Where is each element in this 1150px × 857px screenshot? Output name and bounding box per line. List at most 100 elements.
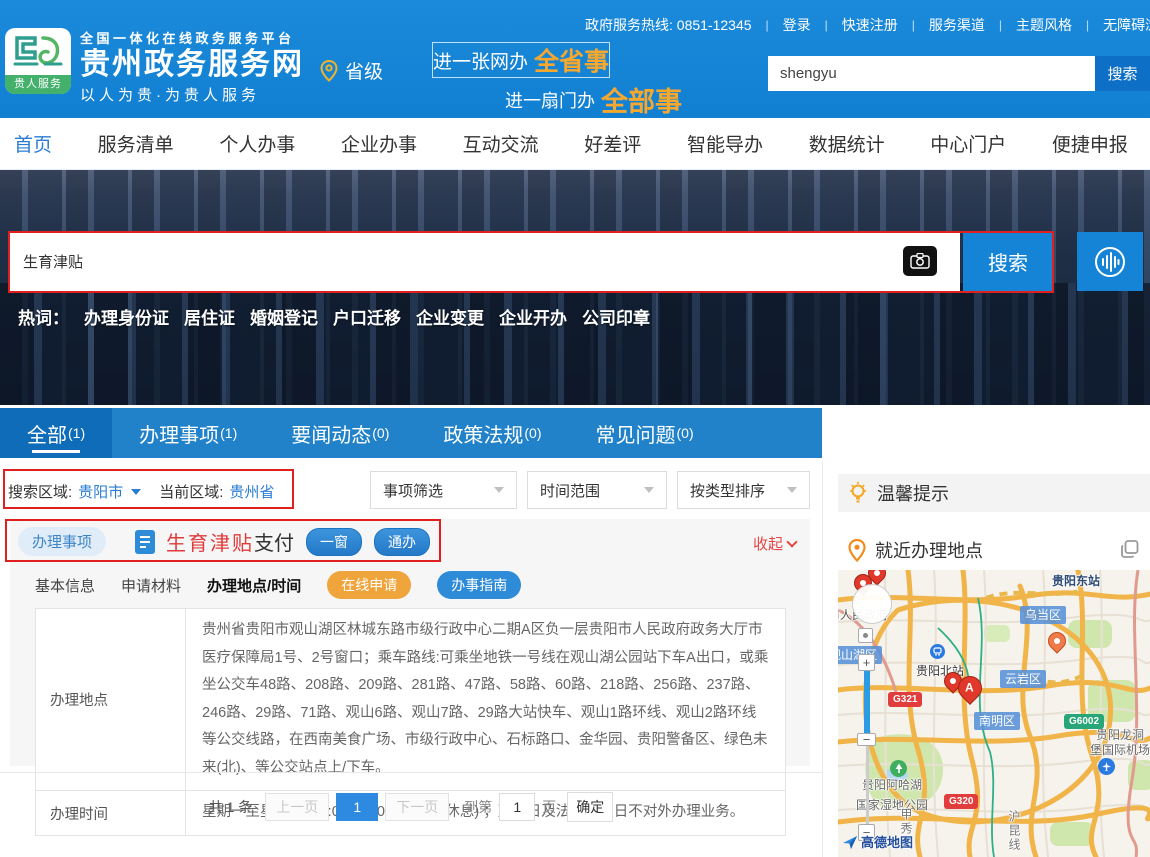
current-page-button[interactable]: 1 (336, 793, 378, 821)
pan-up-icon[interactable] (869, 590, 877, 598)
hotword-marriage[interactable]: 婚姻登记 (250, 304, 318, 329)
nav-item-statistics[interactable]: 数据统计 (809, 130, 885, 157)
tab-faq[interactable]: 常见问题 (0) (569, 408, 721, 458)
district-label-wudang: 乌当区 (1020, 606, 1066, 624)
badge-universal[interactable]: 通办 (374, 528, 430, 556)
hotword-id-card[interactable]: 办理身份证 (84, 304, 169, 329)
hero-search-input[interactable] (10, 232, 960, 291)
map-pan-control[interactable] (852, 584, 892, 624)
theme-style-link[interactable]: 主题风格 (1016, 15, 1072, 35)
prev-page-button[interactable]: 上一页 (265, 793, 329, 821)
nav-item-quick-apply[interactable]: 便捷申报 (1052, 130, 1128, 157)
zoom-slider-handle[interactable]: − (857, 733, 876, 746)
hotword-residence-permit[interactable]: 居住证 (184, 304, 235, 329)
map-label-airport-line2: 堡国际机场 (1090, 741, 1150, 758)
pan-right-icon[interactable] (878, 601, 886, 609)
map-label-rail-line: 沪昆线 (1006, 810, 1023, 852)
hotword-company-seal[interactable]: 公司印章 (582, 304, 650, 329)
tab-policy[interactable]: 政策法规 (0) (416, 408, 568, 458)
nearby-section-header: 就近办理地点 (838, 531, 1150, 569)
divider: | (1086, 18, 1089, 32)
tab-all[interactable]: 全部 (1) (0, 408, 112, 458)
current-region-value[interactable]: 贵州省 (229, 481, 274, 502)
tab-label: 办理事项 (139, 419, 219, 448)
tab-count: (0) (524, 425, 541, 441)
badge-one-window[interactable]: 一窗 (306, 528, 362, 556)
collapse-toggle[interactable]: 收起 (753, 533, 796, 554)
collapse-label: 收起 (753, 533, 783, 554)
nearby-map[interactable]: 观山湖区 乌当区 云岩区 南明区 贵阳东站 贵阳市人民政府 贵阳北站 贵阳龙洞 … (838, 570, 1150, 857)
subtab-basic-info[interactable]: 基本信息 (35, 575, 95, 596)
service-channel-link[interactable]: 服务渠道 (929, 15, 985, 35)
hotword-company-open[interactable]: 企业开办 (499, 304, 567, 329)
dropdown-sort-type[interactable]: 按类型排序 (677, 471, 810, 509)
nav-item-center-portal[interactable]: 中心门户 (930, 130, 1006, 157)
accessibility-link[interactable]: 无障碍浏览 (1103, 15, 1150, 35)
dropdown-item-filter[interactable]: 事项筛选 (370, 471, 517, 509)
nav-item-smart-guide[interactable]: 智能导办 (687, 130, 763, 157)
amap-logo: 高德地图 (842, 832, 913, 851)
map-locate-button[interactable] (858, 628, 873, 643)
login-link[interactable]: 登录 (783, 15, 811, 35)
goto-confirm-button[interactable]: 确定 (567, 792, 613, 822)
top-links: 政府服务热线: 0851-12345 | 登录 | 快速注册 | 服务渠道 | … (585, 15, 1150, 35)
dropdown-label: 时间范围 (540, 480, 600, 501)
region-level-selector[interactable]: 省级 (320, 57, 383, 84)
filter-row: 搜索区域: 贵阳市 当前区域: 贵州省 事项筛选 时间范围 按类型排序 (0, 465, 822, 512)
zoom-track-upper[interactable] (864, 671, 870, 733)
service-guide-button[interactable]: 办事指南 (437, 571, 521, 599)
district-label-yunyan: 云岩区 (1000, 670, 1046, 688)
nav-item-personal[interactable]: 个人办事 (219, 130, 295, 157)
nav-item-service-list[interactable]: 服务清单 (98, 130, 174, 157)
location-pin-icon (848, 539, 866, 562)
logo-badge-text: 贵人服务 (5, 75, 71, 94)
online-apply-button[interactable]: 在线申请 (327, 571, 411, 599)
header-search-input[interactable] (768, 56, 1095, 91)
dropdown-time-range[interactable]: 时间范围 (527, 471, 667, 509)
expand-map-icon[interactable] (1120, 539, 1140, 559)
camera-search-button[interactable] (903, 246, 937, 276)
register-link[interactable]: 快速注册 (842, 15, 898, 35)
divider (822, 462, 823, 857)
nav-item-interaction[interactable]: 互动交流 (463, 130, 539, 157)
slogan1-prefix: 进一张网办 (433, 47, 528, 74)
skyline-decoration (0, 283, 1150, 405)
tips-section-header: 温馨提示 (838, 474, 1150, 512)
result-subtabs: 基本信息 申请材料 办理地点/时间 在线申请 办事指南 (35, 569, 521, 601)
location-pin-icon (320, 60, 338, 82)
dropdown-label: 事项筛选 (383, 480, 443, 501)
region-level-label: 省级 (345, 57, 383, 84)
pan-down-icon[interactable] (869, 610, 877, 618)
hero-search-button[interactable]: 搜索 (963, 232, 1053, 291)
voice-search-button[interactable] (1077, 232, 1143, 291)
next-page-button[interactable]: 下一页 (385, 793, 449, 821)
site-name: 贵州政务服务网 (80, 48, 304, 82)
chevron-down-icon[interactable] (131, 489, 141, 495)
tab-label: 要闻动态 (291, 419, 371, 448)
region-line: 搜索区域: 贵阳市 当前区域: 贵州省 (8, 481, 274, 502)
subtab-location-time[interactable]: 办理地点/时间 (207, 575, 301, 596)
nav-item-enterprise[interactable]: 企业办事 (341, 130, 417, 157)
hotword-hukou[interactable]: 户口迁移 (333, 304, 401, 329)
search-region-value[interactable]: 贵阳市 (78, 481, 123, 502)
result-type-badge[interactable]: 办理事项 (18, 527, 106, 556)
hotword-company-change[interactable]: 企业变更 (416, 304, 484, 329)
zoom-track-lower[interactable] (866, 746, 869, 824)
pan-left-icon[interactable] (858, 601, 866, 609)
hot-words-row: 热词： 办理身份证 居住证 婚姻登记 户口迁移 企业变更 企业开办 公司印章 (18, 304, 650, 329)
nav-item-home[interactable]: 首页 (14, 130, 52, 157)
site-logo[interactable]: 贵人服务 (5, 28, 71, 94)
header-search-button[interactable]: 搜索 (1095, 56, 1150, 91)
divider: | (766, 18, 769, 32)
tab-services[interactable]: 办理事项 (1) (112, 408, 264, 458)
tab-count: (0) (372, 425, 389, 441)
tab-news[interactable]: 要闻动态 (0) (264, 408, 416, 458)
nav-item-rating[interactable]: 好差评 (584, 130, 641, 157)
result-title-rest: 支付 (254, 533, 294, 555)
subtab-materials[interactable]: 申请材料 (121, 575, 181, 596)
goto-page-input[interactable] (499, 793, 535, 821)
result-title-link[interactable]: 生育津贴支付 (166, 527, 294, 556)
search-region-label: 搜索区域: (8, 481, 72, 502)
marker-letter: A (958, 680, 980, 694)
map-zoom-in-button[interactable]: + (858, 654, 875, 671)
